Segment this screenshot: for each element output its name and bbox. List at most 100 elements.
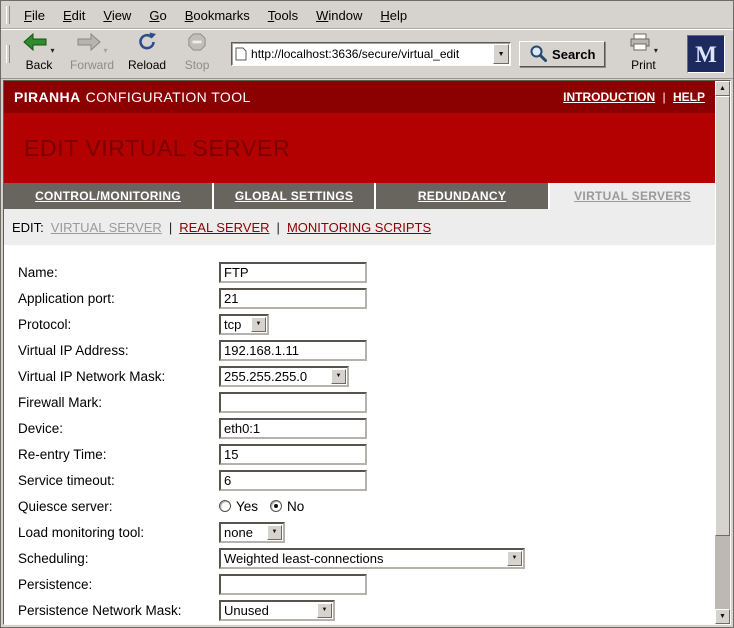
back-icon: [23, 33, 47, 56]
back-dropdown-caret[interactable]: ▾: [50, 46, 54, 56]
subnav-separator: |: [277, 220, 280, 235]
firewall-mark-input[interactable]: [219, 392, 367, 413]
protocol-select[interactable]: tcp ▼: [219, 314, 269, 335]
quiesce-yes-radio[interactable]: [219, 500, 231, 512]
url-input[interactable]: [249, 45, 493, 63]
menu-help[interactable]: Help: [371, 5, 416, 26]
service-timeout-input[interactable]: [219, 470, 367, 491]
device-input[interactable]: [219, 418, 367, 439]
form-row: Persistence:: [18, 571, 715, 597]
browser-window: { "menubar": { "items": ["File", "Edit",…: [0, 0, 734, 628]
quiesce-radio-group: Yes No: [219, 499, 316, 514]
menu-tools[interactable]: Tools: [259, 5, 307, 26]
tab-virtual-servers[interactable]: VIRTUAL SERVERS: [550, 183, 715, 209]
url-bar: ▼: [231, 42, 511, 66]
subnav-monitoring-scripts[interactable]: MONITORING SCRIPTS: [287, 220, 431, 235]
print-dropdown-caret[interactable]: ▾: [654, 46, 658, 56]
menu-view[interactable]: View: [94, 5, 140, 26]
application-port-input[interactable]: [219, 288, 367, 309]
name-input[interactable]: [219, 262, 367, 283]
toolbar-grippy[interactable]: [6, 45, 10, 63]
subnav: EDIT: VIRTUAL SERVER | REAL SERVER | MON…: [4, 209, 715, 245]
forward-dropdown-caret[interactable]: ▾: [104, 46, 108, 56]
subnav-separator: |: [169, 220, 172, 235]
search-icon: [529, 44, 547, 65]
mozilla-logo[interactable]: M: [687, 35, 725, 73]
reload-icon: [137, 32, 157, 56]
radio-label: Yes: [236, 499, 258, 514]
chevron-down-icon: ▼: [251, 317, 266, 332]
menu-file[interactable]: File: [15, 5, 54, 26]
select-value: none: [221, 525, 267, 540]
subnav-edit-label: EDIT:: [12, 220, 44, 235]
form-row: Virtual IP Network Mask: 255.255.255.0 ▼: [18, 363, 715, 389]
reload-button[interactable]: Reload: [123, 34, 171, 74]
field-label: Device:: [18, 421, 219, 436]
subnav-virtual-server: VIRTUAL SERVER: [51, 220, 162, 235]
search-button[interactable]: Search: [519, 41, 605, 67]
print-button[interactable]: ▾ Print: [621, 34, 665, 74]
scheduling-select[interactable]: Weighted least-connections ▼: [219, 548, 525, 569]
url-dropdown-button[interactable]: ▼: [493, 44, 509, 64]
field-label: Re-entry Time:: [18, 447, 219, 462]
field-label: Quiesce server:: [18, 499, 219, 514]
tab-control-monitoring[interactable]: CONTROL/MONITORING: [4, 183, 212, 209]
select-value: Unused: [221, 603, 317, 618]
search-label: Search: [552, 47, 595, 62]
piranha-page: PIRANHACONFIGURATION TOOL INTRODUCTION |…: [4, 81, 715, 624]
menu-window[interactable]: Window: [307, 5, 371, 26]
tab-bar: CONTROL/MONITORING GLOBAL SETTINGS REDUN…: [4, 183, 715, 209]
form-row: Virtual IP Address:: [18, 337, 715, 363]
chevron-down-icon: ▼: [267, 525, 282, 540]
page-title: EDIT VIRTUAL SERVER: [24, 135, 290, 162]
persistence-input[interactable]: [219, 574, 367, 595]
chevron-down-icon: ▼: [317, 603, 332, 618]
form-row: Protocol: tcp ▼: [18, 311, 715, 337]
tab-global-settings[interactable]: GLOBAL SETTINGS: [214, 183, 374, 209]
field-label: Persistence Network Mask:: [18, 603, 219, 618]
field-label: Firewall Mark:: [18, 395, 219, 410]
virtual-server-form: Name: Application port: Protocol: tcp ▼ …: [4, 245, 715, 623]
form-row: Scheduling: Weighted least-connections ▼: [18, 545, 715, 571]
field-label: Virtual IP Network Mask:: [18, 369, 219, 384]
form-row: Application port:: [18, 285, 715, 311]
quiesce-no-radio[interactable]: [270, 500, 282, 512]
virtual-ip-netmask-select[interactable]: 255.255.255.0 ▼: [219, 366, 349, 387]
tab-redundancy[interactable]: REDUNDANCY: [376, 183, 548, 209]
form-row: Re-entry Time:: [18, 441, 715, 467]
scroll-up-button[interactable]: ▲: [715, 81, 730, 96]
field-label: Persistence:: [18, 577, 219, 592]
forward-button[interactable]: ▾ Forward: [65, 34, 119, 74]
form-row: Name:: [18, 259, 715, 285]
page-icon: [235, 47, 247, 61]
load-monitoring-select[interactable]: none ▼: [219, 522, 285, 543]
form-row: Load monitoring tool: none ▼: [18, 519, 715, 545]
print-label: Print: [631, 58, 656, 72]
header-link-separator: |: [663, 90, 666, 104]
vertical-scrollbar[interactable]: ▲ ▼: [715, 81, 730, 624]
persistence-netmask-select[interactable]: Unused ▼: [219, 600, 335, 621]
form-row: Firewall Mark:: [18, 389, 715, 415]
select-value: 255.255.255.0: [221, 369, 331, 384]
menu-go[interactable]: Go: [140, 5, 175, 26]
virtual-ip-address-input[interactable]: [219, 340, 367, 361]
chevron-down-icon: ▼: [507, 551, 522, 566]
field-label: Scheduling:: [18, 551, 219, 566]
stop-label: Stop: [185, 58, 210, 72]
menubar-grippy[interactable]: [6, 6, 10, 24]
scroll-down-button[interactable]: ▼: [715, 609, 730, 624]
scrollbar-thumb[interactable]: [715, 96, 730, 536]
subnav-real-server[interactable]: REAL SERVER: [179, 220, 269, 235]
introduction-link[interactable]: INTRODUCTION: [563, 90, 655, 104]
back-button[interactable]: ▾ Back: [17, 34, 61, 74]
app-title-rest: CONFIGURATION TOOL: [86, 89, 251, 105]
menu-bookmarks[interactable]: Bookmarks: [176, 5, 259, 26]
form-row: Service timeout:: [18, 467, 715, 493]
help-link[interactable]: HELP: [673, 90, 705, 104]
reentry-time-input[interactable]: [219, 444, 367, 465]
browser-content: PIRANHACONFIGURATION TOOL INTRODUCTION |…: [3, 80, 731, 625]
menu-edit[interactable]: Edit: [54, 5, 94, 26]
field-label: Virtual IP Address:: [18, 343, 219, 358]
navigation-toolbar: ▾ Back ▾ Forward Reload Stop: [1, 29, 733, 79]
stop-button[interactable]: Stop: [175, 34, 219, 74]
